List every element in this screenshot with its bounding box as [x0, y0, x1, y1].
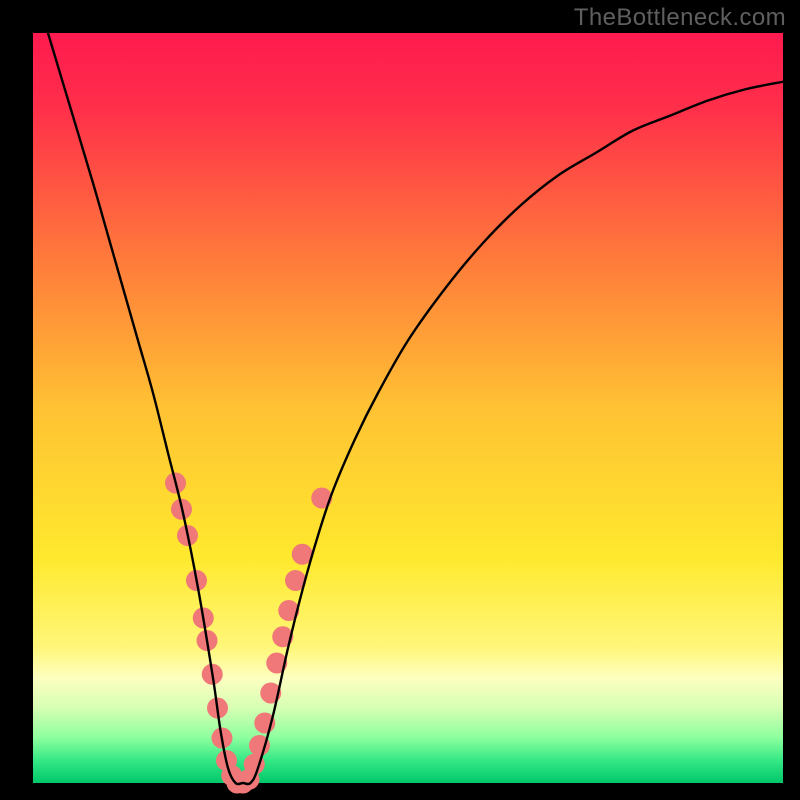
- markers-group: [165, 473, 332, 794]
- bottleneck-curve: [33, 0, 783, 784]
- chart-svg: [33, 33, 783, 783]
- chart-frame: TheBottleneck.com: [0, 0, 800, 800]
- watermark-text: TheBottleneck.com: [574, 4, 786, 32]
